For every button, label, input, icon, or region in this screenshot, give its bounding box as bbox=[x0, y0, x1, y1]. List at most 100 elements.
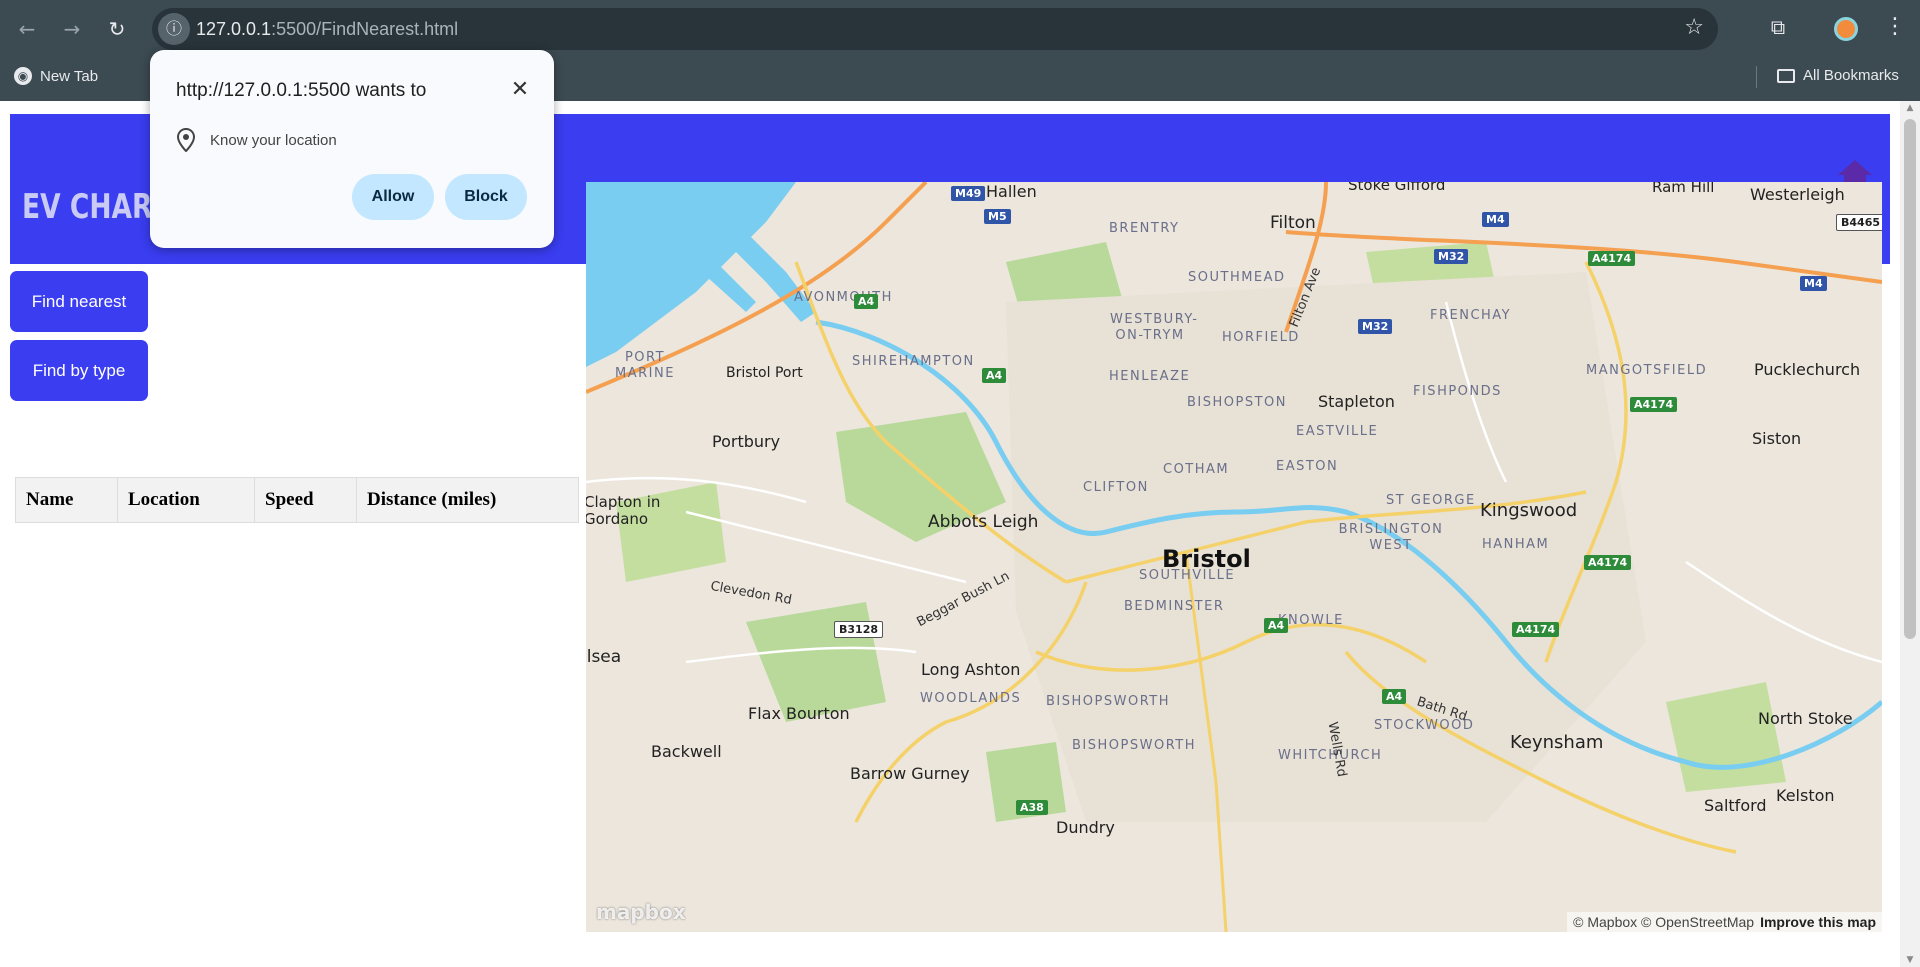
find-by-type-button[interactable]: Find by type bbox=[10, 340, 148, 401]
road-shield: M4 bbox=[1482, 212, 1509, 227]
allow-button[interactable]: Allow bbox=[352, 174, 434, 220]
column-header-name: Name bbox=[15, 477, 118, 523]
puzzle-icon[interactable]: ⧉ bbox=[1765, 15, 1791, 41]
road-shield: M5 bbox=[984, 209, 1011, 224]
attribution-text[interactable]: © Mapbox © OpenStreetMap bbox=[1573, 914, 1754, 930]
map-label-area: BISHOPSWORTH bbox=[1046, 694, 1170, 709]
road-shield: M32 bbox=[1358, 319, 1393, 334]
column-header-location: Location bbox=[117, 477, 255, 523]
map-label-town: North Stoke bbox=[1758, 709, 1853, 728]
forward-arrow-icon[interactable]: → bbox=[57, 14, 87, 44]
map-label-town: Abbots Leigh bbox=[928, 512, 1039, 532]
map-label-area: WESTBURY-ON-TRYM bbox=[1110, 312, 1199, 343]
map-label-town: Hallen bbox=[986, 182, 1037, 201]
address-bar[interactable]: ⓘ 127.0.0.1:5500/FindNearest.html ☆ bbox=[152, 8, 1718, 50]
map-label-town: Pucklechurch bbox=[1754, 360, 1861, 379]
map-label-area: AVONMOUTH bbox=[794, 290, 893, 305]
map-label-area: SOUTHVILLE bbox=[1139, 568, 1236, 583]
map-label-area: MANGOTSFIELD bbox=[1586, 363, 1708, 378]
map-label-town: Kelston bbox=[1776, 786, 1835, 805]
road-shield: A38 bbox=[1016, 800, 1048, 815]
column-header-speed: Speed bbox=[254, 477, 357, 523]
map-label-area: SHIREHAMPTON bbox=[852, 354, 975, 369]
map-label-area: BISHOPSTON bbox=[1187, 395, 1288, 410]
map-label-area: FRENCHAY bbox=[1430, 308, 1512, 323]
map-label-town: Stapleton bbox=[1318, 392, 1395, 411]
map-label-town: Siston bbox=[1752, 429, 1802, 448]
mapbox-logo[interactable]: mapbox bbox=[596, 900, 686, 924]
map-label-area: HENLEAZE bbox=[1109, 369, 1191, 384]
back-arrow-icon[interactable]: ← bbox=[12, 14, 42, 44]
profile-avatar[interactable] bbox=[1834, 17, 1858, 41]
map-label-town: Flax Bourton bbox=[748, 704, 850, 723]
road-shield: M32 bbox=[1434, 249, 1469, 264]
reload-icon[interactable]: ↻ bbox=[102, 14, 132, 44]
map-label-area: EASTON bbox=[1276, 459, 1339, 474]
road-shield: A4 bbox=[854, 294, 879, 309]
permission-description: Know your location bbox=[210, 132, 337, 149]
map-label-town: Dundry bbox=[1056, 818, 1115, 837]
url-host: 127.0.0.1 bbox=[196, 19, 272, 39]
road-shield: B3128 bbox=[834, 621, 883, 638]
column-header-distance: Distance (miles) bbox=[356, 477, 579, 523]
improve-map-link[interactable]: Improve this map bbox=[1760, 914, 1876, 930]
map-label-area: BRISLINGTON WEST bbox=[1338, 522, 1444, 553]
scroll-down-icon[interactable]: ▼ bbox=[1904, 955, 1916, 965]
scrollbar-thumb[interactable] bbox=[1904, 119, 1916, 639]
map-label-town: Filton bbox=[1270, 213, 1316, 233]
block-button[interactable]: Block bbox=[445, 174, 527, 220]
map-attribution: © Mapbox © OpenStreetMap Improve this map bbox=[1567, 912, 1882, 932]
map-label-area: FISHPONDS bbox=[1413, 384, 1502, 399]
map-label-town: Barrow Gurney bbox=[850, 764, 970, 783]
map-label-town: Saltford bbox=[1704, 796, 1767, 815]
map-label-town: ilsea bbox=[586, 647, 622, 667]
map-label-area: BISHOPSWORTH bbox=[1072, 738, 1196, 753]
info-icon[interactable]: ⓘ bbox=[158, 13, 190, 45]
road-shield: A4 bbox=[1264, 618, 1289, 633]
all-bookmarks[interactable]: All Bookmarks bbox=[1777, 67, 1899, 84]
road-shield: A4174 bbox=[1588, 251, 1636, 266]
page-scrollbar[interactable]: ▲ ▼ bbox=[1900, 101, 1920, 967]
map-label-area: COTHAM bbox=[1163, 462, 1230, 477]
road-shield: A4174 bbox=[1584, 555, 1632, 570]
map-label-area: HORFIELD bbox=[1222, 330, 1300, 345]
map-label-area: BRENTRY bbox=[1109, 221, 1180, 236]
road-shield: A4 bbox=[982, 368, 1007, 383]
map-label-area: ST GEORGE bbox=[1386, 493, 1476, 508]
map-label-town: Keynsham bbox=[1510, 732, 1604, 753]
table-header-row: Name Location Speed Distance (miles) bbox=[15, 477, 579, 523]
location-pin-icon bbox=[176, 128, 196, 152]
star-icon[interactable]: ☆ bbox=[1684, 15, 1704, 40]
map-label-area: EASTVILLE bbox=[1296, 424, 1379, 439]
road-shield: M49 bbox=[951, 186, 986, 201]
map-view[interactable]: Hallen Stoke Gifford Ram Hill Westerleig… bbox=[586, 182, 1882, 932]
close-icon[interactable]: ✕ bbox=[506, 76, 534, 104]
all-bookmarks-label: All Bookmarks bbox=[1803, 67, 1899, 84]
map-label-area: PORT MARINE bbox=[615, 350, 675, 381]
map-label-area: WOODLANDS bbox=[920, 691, 1022, 706]
find-nearest-button[interactable]: Find nearest bbox=[10, 271, 148, 332]
bookmark-new-tab[interactable]: ◉ New Tab bbox=[14, 67, 98, 85]
kebab-menu-icon[interactable]: ⋮ bbox=[1884, 14, 1906, 39]
map-label-town: Long Ashton bbox=[921, 660, 1021, 679]
scroll-up-icon[interactable]: ▲ bbox=[1904, 103, 1916, 113]
map-label-area: BEDMINSTER bbox=[1124, 599, 1225, 614]
folder-icon bbox=[1777, 68, 1795, 83]
map-label-town: Ram Hill bbox=[1652, 182, 1715, 196]
map-label-area: CLIFTON bbox=[1083, 480, 1149, 495]
url-text[interactable]: 127.0.0.1:5500/FindNearest.html bbox=[196, 19, 458, 40]
map-label-town: Bristol Port bbox=[726, 365, 803, 381]
results-table: Name Location Speed Distance (miles) bbox=[15, 477, 579, 523]
location-permission-popup: http://127.0.0.1:5500 wants to ✕ Know yo… bbox=[150, 50, 554, 248]
map-label-area: HANHAM bbox=[1482, 537, 1550, 552]
popup-title: http://127.0.0.1:5500 wants to bbox=[176, 80, 427, 101]
bookmarks-divider bbox=[1756, 66, 1757, 88]
road-shield: A4 bbox=[1382, 689, 1407, 704]
road-shield: A4174 bbox=[1512, 622, 1560, 637]
map-label-town: Westerleigh bbox=[1750, 185, 1845, 204]
map-label-town: Kingswood bbox=[1480, 500, 1578, 521]
road-shield: B4465 bbox=[1836, 214, 1882, 231]
map-label-area: SOUTHMEAD bbox=[1188, 270, 1286, 285]
map-label-town: Backwell bbox=[651, 742, 722, 761]
road-shield: A4174 bbox=[1630, 397, 1678, 412]
